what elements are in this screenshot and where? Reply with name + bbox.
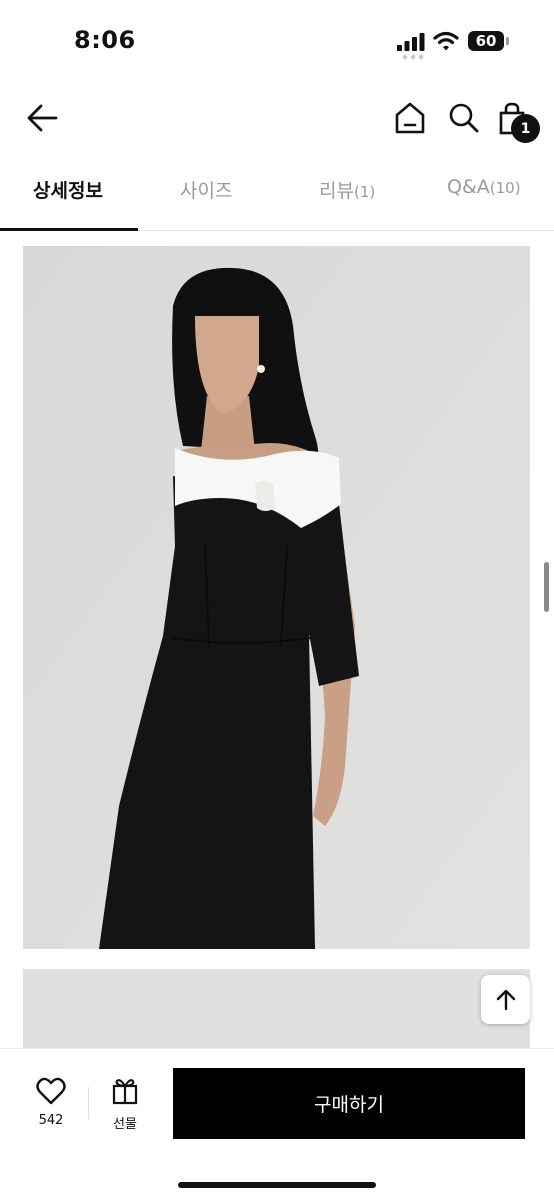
search-icon[interactable] (446, 100, 482, 136)
tab-label: 상세정보 (33, 180, 103, 202)
tab-indicator (0, 228, 138, 231)
arrow-up-icon (496, 989, 515, 1010)
tab-details[interactable]: 상세정보 (33, 176, 103, 230)
product-photo (23, 246, 530, 949)
tab-label: 리뷰 (319, 180, 354, 202)
top-nav (0, 90, 554, 150)
tab-count: (10) (489, 179, 521, 197)
tab-label: 사이즈 (180, 180, 233, 202)
status-time: 8:06 (74, 26, 136, 54)
scrollbar[interactable] (544, 562, 549, 612)
wifi-icon (433, 31, 459, 51)
scroll-to-top-button[interactable] (481, 975, 530, 1024)
back-arrow-icon[interactable] (22, 98, 62, 138)
battery-icon: 60 (468, 31, 509, 51)
buy-button[interactable]: 구매하기 (173, 1068, 525, 1139)
like-count: 542 (38, 1113, 64, 1128)
tab-qna[interactable]: Q&A(10) (447, 176, 521, 230)
cart-badge: 1 (511, 114, 540, 143)
gift-button[interactable]: 선물 (100, 1077, 150, 1137)
signal-icon (397, 33, 425, 51)
indicator-dots (402, 54, 424, 60)
battery-level: 60 (468, 31, 504, 51)
bottom-action-bar: 542 선물 구매하기 (0, 1048, 554, 1201)
tab-count: (1) (353, 183, 376, 201)
heart-icon (36, 1077, 66, 1105)
tab-reviews[interactable]: 리뷰(1) (319, 176, 375, 230)
tab-label: Q&A (447, 176, 490, 198)
tab-bar: 상세정보 사이즈 리뷰(1) Q&A(10) (0, 162, 554, 231)
gift-icon (112, 1079, 138, 1105)
home-icon[interactable] (392, 100, 428, 136)
like-button[interactable]: 542 (24, 1077, 78, 1137)
gift-label: 선물 (113, 1117, 137, 1132)
home-indicator (178, 1182, 376, 1188)
status-bar: 8:06 60 (0, 0, 554, 84)
tab-size[interactable]: 사이즈 (180, 176, 232, 230)
product-photo (23, 969, 530, 1049)
divider (88, 1087, 89, 1119)
